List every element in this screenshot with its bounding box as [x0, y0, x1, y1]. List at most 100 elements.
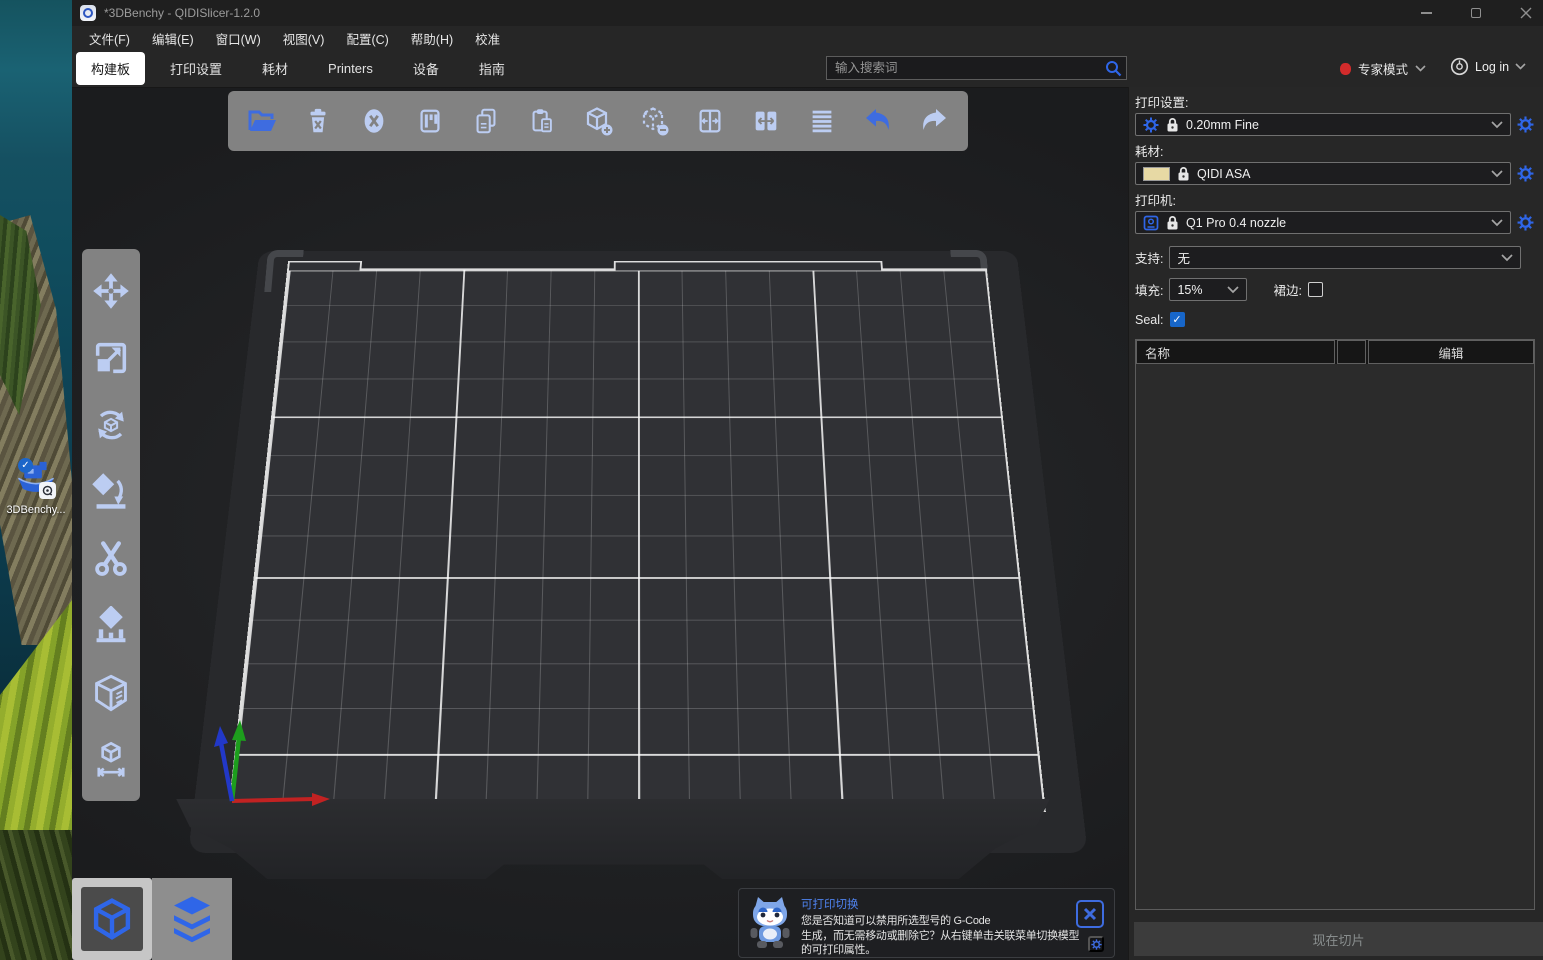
printer-label: 打印机:	[1135, 190, 1535, 209]
filament-dropdown[interactable]: QIDI ASA	[1135, 162, 1511, 185]
split-to-objects-button[interactable]	[688, 98, 732, 144]
measure-tool-button[interactable]	[88, 737, 134, 783]
filament-color-swatch	[1143, 167, 1170, 181]
login-button[interactable]: Log in	[1450, 57, 1526, 76]
editor-view-button[interactable]	[72, 878, 152, 960]
paint-supports-tool-button[interactable]	[88, 603, 134, 649]
delete-all-button[interactable]	[352, 98, 396, 144]
notification-line-2: 生成，而无需移动或删除它？从右键单击关联菜单切换模型	[801, 929, 1079, 944]
mascot-icon	[747, 894, 793, 952]
object-list-header: 名称 编辑	[1136, 340, 1534, 364]
menu-calibration[interactable]: 校准	[464, 26, 511, 51]
tab-print-settings[interactable]: 打印设置	[155, 52, 237, 85]
redo-button[interactable]	[912, 98, 956, 144]
notification-line-3: 的可打印属性。	[801, 943, 1079, 958]
infill-value: 15%	[1177, 283, 1202, 297]
column-spacer	[1337, 340, 1366, 364]
variable-layer-height-button[interactable]	[800, 98, 844, 144]
origin-axes-icon	[212, 623, 352, 813]
menu-file[interactable]: 文件(F)	[78, 26, 141, 51]
undo-button[interactable]	[856, 98, 900, 144]
chevron-down-icon	[1491, 121, 1503, 129]
printer-value: Q1 Pro 0.4 nozzle	[1186, 216, 1286, 230]
gear-icon	[1091, 939, 1102, 950]
seal-checkbox[interactable]: ✓	[1170, 312, 1185, 327]
menu-window[interactable]: 窗口(W)	[205, 26, 272, 51]
account-icon	[1450, 57, 1469, 76]
printer-edit-button[interactable]	[1515, 214, 1535, 231]
tab-printers[interactable]: Printers	[313, 54, 388, 83]
tab-filament[interactable]: 耗材	[247, 52, 303, 85]
infill-dropdown[interactable]: 15%	[1169, 278, 1247, 301]
menu-help[interactable]: 帮助(H)	[400, 26, 464, 51]
notification-settings-button[interactable]	[1088, 936, 1104, 952]
menu-configuration[interactable]: 配置(C)	[335, 26, 399, 51]
paste-button[interactable]	[520, 98, 564, 144]
split-to-parts-button[interactable]	[744, 98, 788, 144]
move-tool-button[interactable]	[88, 268, 134, 314]
open-button[interactable]	[240, 98, 284, 144]
seal-label: Seal:	[1135, 313, 1164, 327]
notification-line-1: 您是否知道可以禁用所选型号的 G-Code	[801, 914, 1079, 929]
print-settings-edit-button[interactable]	[1515, 116, 1535, 133]
copy-button[interactable]	[464, 98, 508, 144]
print-settings-value: 0.20mm Fine	[1186, 118, 1259, 132]
main-area: 可打印切换 您是否知道可以禁用所选型号的 G-Code 生成，而无需移动或删除它…	[72, 87, 1543, 960]
tab-device[interactable]: 设备	[398, 52, 454, 85]
desktop-icon-3dbenchy[interactable]: ✓ 3DBenchy...	[4, 452, 68, 516]
object-list-body[interactable]	[1136, 364, 1534, 909]
layers-preview-icon	[164, 892, 220, 946]
desktop-icon-label: 3DBenchy...	[4, 504, 68, 516]
column-edit: 编辑	[1368, 340, 1534, 364]
screen: ✓ 3DBenchy... *3DBenchy - QIDISlicer-1.2…	[0, 0, 1543, 960]
preview-view-button[interactable]	[152, 878, 232, 960]
lock-icon	[1166, 117, 1179, 132]
brim-label: 裙边:	[1273, 280, 1301, 299]
notification-popup: 可打印切换 您是否知道可以禁用所选型号的 G-Code 生成，而无需移动或删除它…	[738, 888, 1115, 958]
print-settings-dropdown[interactable]: 0.20mm Fine	[1135, 113, 1511, 136]
rotate-tool-button[interactable]	[88, 402, 134, 448]
brim-checkbox[interactable]	[1308, 282, 1323, 297]
mode-color-dot-icon	[1340, 63, 1351, 75]
search-input[interactable]	[826, 56, 1127, 80]
chevron-down-icon	[1227, 286, 1239, 294]
printer-dropdown[interactable]: Q1 Pro 0.4 nozzle	[1135, 211, 1511, 234]
app-logo-icon	[80, 5, 96, 21]
support-dropdown[interactable]: 无	[1169, 246, 1521, 269]
search-icon[interactable]	[1105, 60, 1122, 77]
tab-guide[interactable]: 指南	[464, 52, 520, 85]
sync-check-badge-icon: ✓	[18, 458, 33, 473]
add-instance-button[interactable]	[576, 98, 620, 144]
arrange-button[interactable]	[408, 98, 452, 144]
minimize-button[interactable]	[1410, 0, 1442, 26]
seam-painting-tool-button[interactable]	[88, 670, 134, 716]
chevron-down-icon	[1491, 170, 1503, 178]
gear-icon	[1517, 165, 1534, 182]
printer-icon	[1143, 215, 1159, 231]
close-icon	[1520, 7, 1532, 19]
support-label: 支持:	[1135, 248, 1163, 267]
delete-button[interactable]	[296, 98, 340, 144]
close-button[interactable]	[1510, 0, 1542, 26]
menu-bar: 文件(F) 编辑(E) 窗口(W) 视图(V) 配置(C) 帮助(H) 校准	[72, 26, 1543, 50]
bed-notch	[287, 261, 362, 271]
menu-edit[interactable]: 编辑(E)	[141, 26, 205, 51]
expert-mode-selector[interactable]: 专家模式	[1340, 59, 1426, 78]
gear-icon	[1517, 214, 1534, 231]
maximize-button[interactable]	[1460, 0, 1492, 26]
infill-label: 填充:	[1135, 280, 1163, 299]
tab-plater[interactable]: 构建板	[76, 52, 145, 85]
notification-close-button[interactable]	[1076, 900, 1104, 928]
cut-tool-button[interactable]	[88, 536, 134, 582]
remove-instance-button[interactable]	[632, 98, 676, 144]
slice-now-button[interactable]: 现在切片	[1134, 922, 1543, 956]
filament-edit-button[interactable]	[1515, 165, 1535, 182]
place-on-face-tool-button[interactable]	[88, 469, 134, 515]
login-label: Log in	[1475, 60, 1509, 74]
main-toolbar	[228, 91, 968, 151]
viewport-3d[interactable]: 可打印切换 您是否知道可以禁用所选型号的 G-Code 生成，而无需移动或删除它…	[72, 87, 1128, 960]
menu-view[interactable]: 视图(V)	[272, 26, 336, 51]
lock-icon	[1177, 166, 1190, 181]
branches-photo-region	[0, 830, 72, 960]
scale-tool-button[interactable]	[88, 335, 134, 381]
